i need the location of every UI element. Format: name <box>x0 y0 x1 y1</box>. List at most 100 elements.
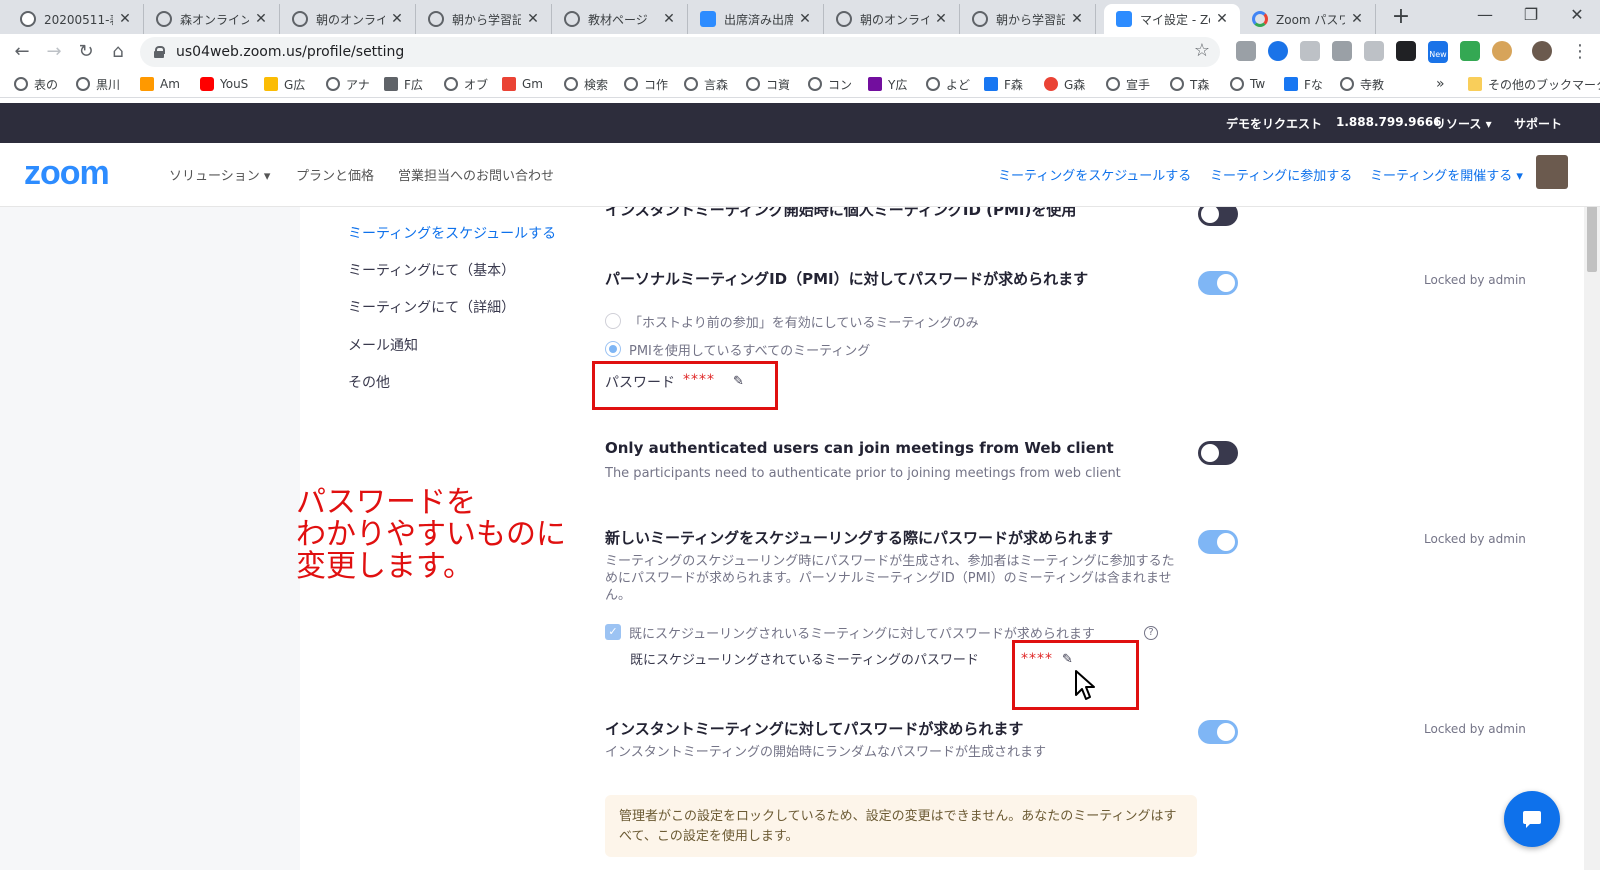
join-meeting-link[interactable]: ミーティングに参加する <box>1210 165 1352 184</box>
address-bar[interactable]: us04web.zoom.us/profile/setting ☆ <box>140 37 1220 67</box>
browser-tab[interactable]: 出席済み出席… ✕ <box>688 4 824 34</box>
close-icon[interactable]: ✕ <box>661 11 677 27</box>
bookmark-item[interactable]: G広 <box>264 74 305 94</box>
extension-icon[interactable] <box>1364 41 1384 61</box>
close-icon[interactable]: ✕ <box>933 11 949 27</box>
close-icon[interactable]: ✕ <box>525 11 541 27</box>
sidebar-item-email[interactable]: メール通知 <box>348 335 418 355</box>
close-icon[interactable]: ✕ <box>389 11 405 27</box>
restore-icon[interactable]: ❐ <box>1508 0 1554 34</box>
close-icon[interactable]: ✕ <box>797 11 813 27</box>
browser-tab-active[interactable]: マイ設定 - Zoo ✕ <box>1104 4 1240 34</box>
bookmark-star-icon[interactable]: ☆ <box>1194 40 1210 61</box>
checkbox[interactable]: ✓ <box>605 624 621 640</box>
bookmark-item[interactable]: 寺教 <box>1340 74 1384 94</box>
toggle-switch[interactable] <box>1198 207 1238 226</box>
annotation-text: パスワードを わかりやすいものに 変更します。 <box>296 487 566 583</box>
request-demo-link[interactable]: デモをリクエスト <box>1226 115 1322 132</box>
zoom-logo[interactable]: zoom <box>24 154 110 193</box>
bookmark-item[interactable]: コン <box>808 74 852 94</box>
browser-tab[interactable]: 朝のオンライン… ✕ <box>824 4 960 34</box>
user-avatar[interactable] <box>1536 155 1568 189</box>
sidebar-item-advanced[interactable]: ミーティングにて（詳細） <box>348 297 515 317</box>
bookmark-item[interactable]: コ作 <box>624 74 668 94</box>
window-close-icon[interactable]: ✕ <box>1554 0 1600 34</box>
reload-icon[interactable]: ↻ <box>72 40 100 64</box>
host-meeting-menu[interactable]: ミーティングを開催する ▾ <box>1370 165 1523 184</box>
browser-tab[interactable]: 森オンライン… ✕ <box>144 4 280 34</box>
extension-icon[interactable] <box>1268 41 1288 61</box>
radio-button[interactable] <box>605 313 621 329</box>
bookmark-item[interactable]: 宣手 <box>1106 74 1150 94</box>
cookie-icon[interactable] <box>1492 41 1512 61</box>
extension-icon[interactable] <box>1300 41 1320 61</box>
resources-menu[interactable]: リソース ▾ <box>1434 115 1492 132</box>
browser-tab[interactable]: 朝から学習記… ✕ <box>960 4 1096 34</box>
bookmark-item[interactable]: Fな <box>1284 74 1323 94</box>
forward-icon[interactable]: → <box>40 40 68 64</box>
browser-tab[interactable]: Zoom パスワー… ✕ <box>1240 4 1376 34</box>
bookmark-item[interactable]: Y広 <box>868 74 907 94</box>
chevron-more-icon[interactable]: » <box>1436 74 1445 94</box>
support-link[interactable]: サポート <box>1514 115 1562 132</box>
tab-strip: 20200511-表… ✕ 森オンライン… ✕ 朝のオンライン… ✕ 朝から学習… <box>0 0 1600 34</box>
globe-icon <box>564 11 580 27</box>
radio-button[interactable] <box>605 341 621 357</box>
bookmark-item[interactable]: Am <box>140 74 180 94</box>
toggle-switch[interactable] <box>1198 271 1238 295</box>
close-icon[interactable]: ✕ <box>1349 11 1365 27</box>
home-icon[interactable]: ⌂ <box>104 40 132 64</box>
page-scrollbar[interactable] <box>1584 207 1600 870</box>
bookmark-item[interactable]: YouS <box>200 74 248 94</box>
bookmark-item[interactable]: コ資 <box>746 74 790 94</box>
browser-tab[interactable]: 朝から学習記… ✕ <box>416 4 552 34</box>
chat-button[interactable] <box>1504 791 1560 847</box>
browser-tab[interactable]: 朝のオンライン… ✕ <box>280 4 416 34</box>
sidebar-item-schedule[interactable]: ミーティングをスケジュールする <box>348 223 556 243</box>
new-tab-button[interactable]: + <box>1387 5 1415 31</box>
sidebar-item-other[interactable]: その他 <box>348 372 390 392</box>
extension-icon[interactable] <box>1332 41 1352 61</box>
bookmark-item[interactable]: オブ <box>444 74 488 94</box>
toggle-switch[interactable] <box>1198 441 1238 465</box>
help-icon[interactable]: ? <box>1144 626 1158 640</box>
bookmark-item[interactable]: G森 <box>1044 74 1085 94</box>
new-badge-icon[interactable]: New <box>1428 41 1448 63</box>
bookmark-item[interactable]: アナ <box>326 74 370 94</box>
toggle-switch[interactable] <box>1198 720 1238 744</box>
tab-title: Zoom パスワー… <box>1276 12 1345 27</box>
plans-link[interactable]: プランと価格 <box>296 165 374 184</box>
bookmark-item[interactable]: 黒川 <box>76 74 120 94</box>
bookmark-item[interactable]: 表の <box>14 74 58 94</box>
drive-icon[interactable] <box>1460 41 1480 61</box>
contact-sales-link[interactable]: 営業担当へのお問い合わせ <box>398 165 554 184</box>
bookmark-item[interactable]: Gm <box>502 74 543 94</box>
browser-tab[interactable]: 教材ページ ✕ <box>552 4 688 34</box>
phone-link[interactable]: 1.888.799.9666 <box>1336 115 1442 129</box>
solutions-menu[interactable]: ソリューション ▾ <box>169 165 270 184</box>
minimize-icon[interactable]: — <box>1462 0 1508 34</box>
bookmark-item[interactable]: T森 <box>1170 74 1209 94</box>
browser-tab[interactable]: 20200511-表… ✕ <box>8 4 144 34</box>
bookmark-item[interactable]: よど <box>926 74 970 94</box>
back-icon[interactable]: ← <box>8 40 36 64</box>
toggle-switch[interactable] <box>1198 530 1238 554</box>
bookmark-item[interactable]: 言森 <box>684 74 728 94</box>
bookmark-item[interactable]: 検索 <box>564 74 608 94</box>
bookmark-item[interactable]: F広 <box>384 74 423 94</box>
url-text[interactable]: us04web.zoom.us/profile/setting <box>176 44 404 60</box>
other-bookmarks[interactable]: その他のブックマーク <box>1468 74 1600 94</box>
close-icon[interactable]: ✕ <box>1069 11 1085 27</box>
close-icon[interactable]: ✕ <box>117 11 133 27</box>
extension-icon[interactable] <box>1236 41 1256 61</box>
sidebar-item-basic[interactable]: ミーティングにて（基本） <box>348 260 515 280</box>
scrollbar-thumb[interactable] <box>1587 207 1597 272</box>
bookmark-item[interactable]: F森 <box>984 74 1023 94</box>
schedule-meeting-link[interactable]: ミーティングをスケジュールする <box>998 165 1191 184</box>
extension-icon[interactable] <box>1396 41 1416 61</box>
close-icon[interactable]: ✕ <box>1214 11 1230 27</box>
menu-icon[interactable]: ⋮ <box>1566 40 1594 64</box>
profile-avatar[interactable] <box>1532 41 1552 61</box>
bookmark-item[interactable]: Tw <box>1230 74 1265 94</box>
close-icon[interactable]: ✕ <box>253 11 269 27</box>
